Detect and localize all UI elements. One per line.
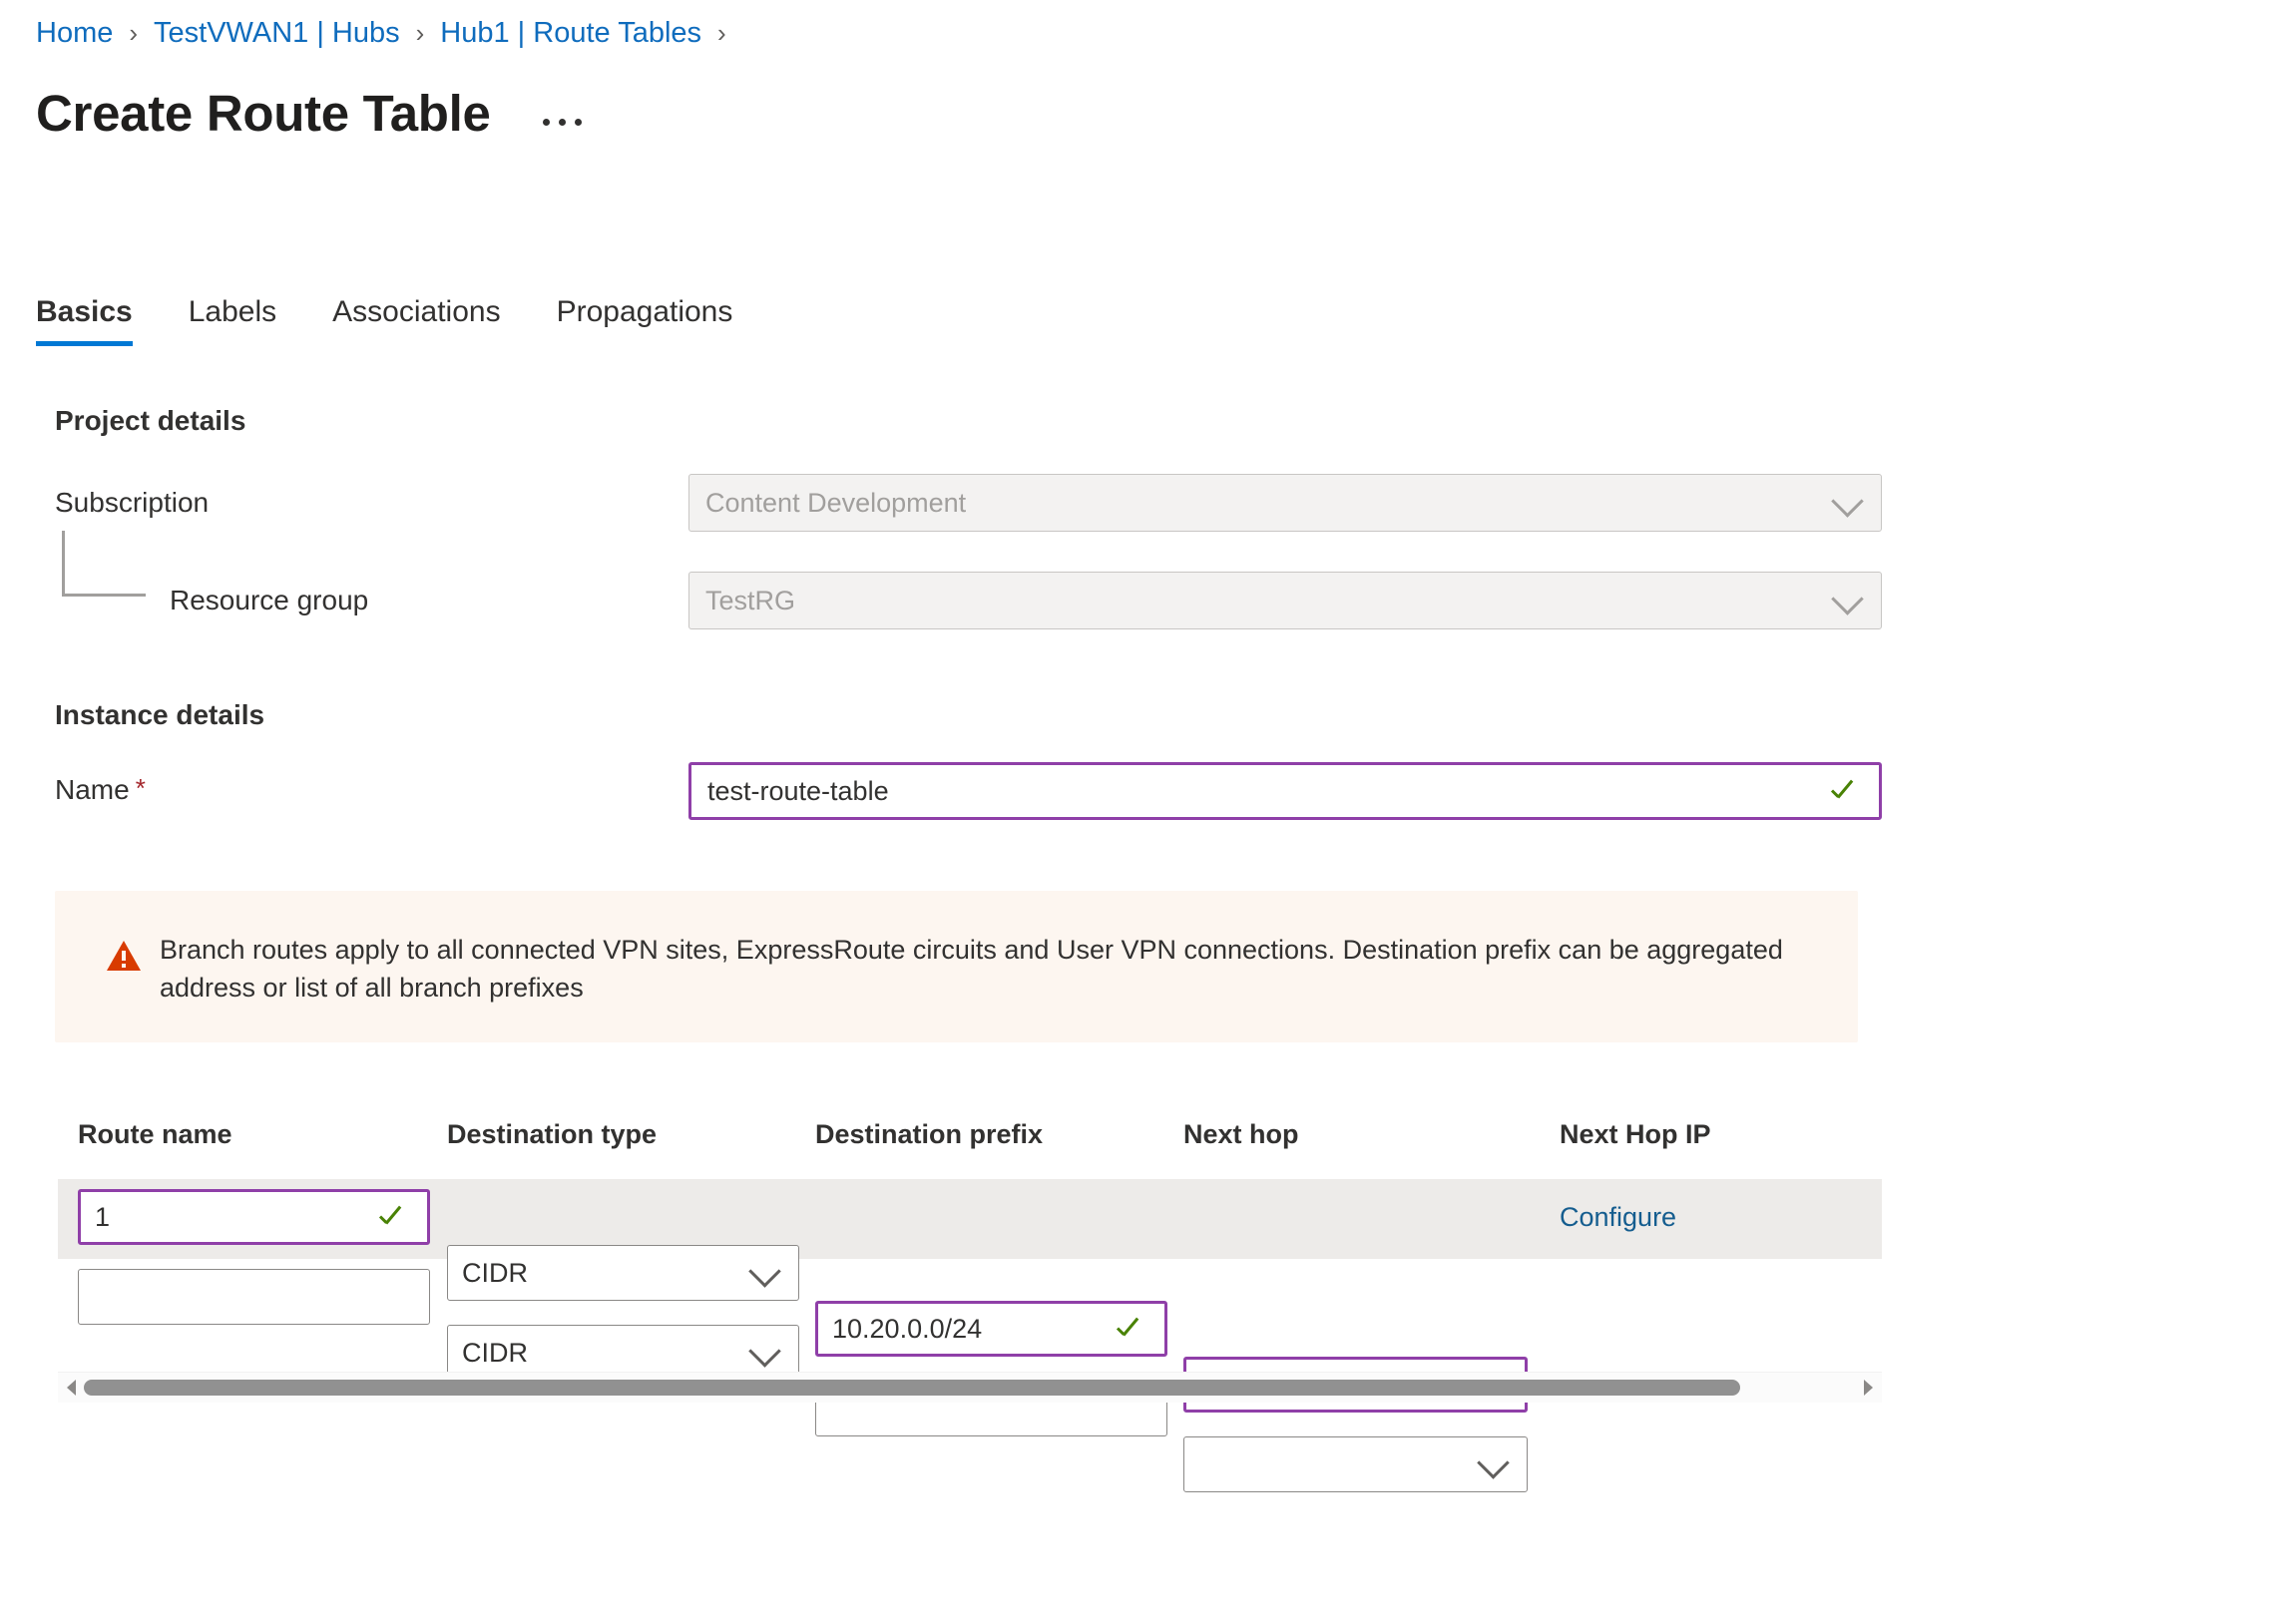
tab-basics[interactable]: Basics	[36, 294, 133, 346]
table-row: CIDR	[58, 1259, 1882, 1492]
scrollbar-thumb[interactable]	[84, 1380, 1740, 1396]
breadcrumb-item-home[interactable]: Home	[36, 16, 113, 50]
name-input-value: test-route-table	[707, 775, 889, 806]
subscription-dropdown[interactable]: Content Development	[688, 474, 1882, 532]
column-header-next-hop-ip: Next Hop IP	[1560, 1119, 1711, 1149]
tab-bar: Basics Labels Associations Propagations	[36, 294, 788, 346]
chevron-down-icon	[1477, 1446, 1510, 1479]
scrollbar-track[interactable]	[84, 1373, 1856, 1403]
ellipsis-dot	[542, 118, 550, 126]
breadcrumb-separator-icon: ›	[415, 18, 425, 48]
ellipsis-dot	[558, 118, 566, 126]
resource-group-tree-connector	[62, 531, 146, 597]
instance-details-heading: Instance details	[55, 699, 265, 730]
breadcrumb-separator-icon: ›	[717, 18, 726, 48]
scroll-left-arrow-icon[interactable]	[58, 1373, 84, 1403]
route-name-input[interactable]: 1	[78, 1189, 430, 1245]
create-route-table-page: Home › TestVWAN1 | Hubs › Hub1 | Route T…	[0, 0, 2269, 1624]
route-name-input[interactable]	[78, 1269, 430, 1325]
routes-table: Route name Destination type Destination …	[58, 1117, 1882, 1492]
resource-group-dropdown[interactable]: TestRG	[688, 572, 1882, 629]
page-title: Create Route Table	[36, 85, 491, 142]
warning-text: Branch routes apply to all connected VPN…	[160, 935, 1783, 1003]
name-input[interactable]: test-route-table	[688, 762, 1882, 820]
breadcrumb-item-hub-route-tables[interactable]: Hub1 | Route Tables	[440, 16, 701, 50]
resource-group-value: TestRG	[705, 585, 796, 615]
scroll-right-arrow-icon[interactable]	[1856, 1373, 1882, 1403]
breadcrumb-item-vwan-hubs[interactable]: TestVWAN1 | Hubs	[154, 16, 400, 50]
table-row: 1 CIDR 10.20.0.0/24 Hub1/VNet1-c... Conf…	[58, 1179, 1882, 1413]
tab-labels[interactable]: Labels	[189, 294, 276, 346]
more-options-icon[interactable]	[535, 109, 590, 136]
route-name-value: 1	[95, 1201, 111, 1232]
subscription-value: Content Development	[705, 487, 967, 518]
configure-next-hop-ip-link[interactable]: Configure	[1560, 1201, 1676, 1233]
tab-associations[interactable]: Associations	[332, 294, 500, 346]
horizontal-scrollbar[interactable]	[58, 1372, 1882, 1403]
required-marker: *	[135, 773, 146, 803]
validation-check-icon	[1831, 779, 1857, 805]
resource-group-label: Resource group	[170, 585, 369, 615]
name-label-group: Name *	[55, 773, 146, 807]
chevron-down-icon	[1831, 583, 1864, 615]
page-header: Create Route Table	[36, 84, 590, 144]
column-header-route-name: Route name	[78, 1119, 232, 1149]
next-hop-dropdown[interactable]	[1183, 1436, 1528, 1492]
destination-type-value: CIDR	[462, 1337, 528, 1368]
column-header-next-hop: Next hop	[1183, 1119, 1299, 1149]
warning-triangle-icon	[107, 941, 141, 971]
subscription-label: Subscription	[55, 487, 210, 518]
name-label: Name	[55, 774, 130, 805]
column-header-destination-type: Destination type	[447, 1119, 658, 1149]
ellipsis-dot	[574, 118, 582, 126]
chevron-down-icon	[748, 1335, 781, 1368]
column-header-destination-prefix: Destination prefix	[815, 1119, 1044, 1149]
validation-check-icon	[379, 1205, 405, 1231]
tab-propagations[interactable]: Propagations	[557, 294, 733, 346]
breadcrumb-separator-icon: ›	[129, 18, 139, 48]
breadcrumb: Home › TestVWAN1 | Hubs › Hub1 | Route T…	[36, 16, 742, 50]
routes-table-header: Route name Destination type Destination …	[58, 1117, 1882, 1179]
chevron-down-icon	[1831, 485, 1864, 518]
project-details-heading: Project details	[55, 405, 246, 436]
branch-routes-warning-banner: Branch routes apply to all connected VPN…	[55, 891, 1858, 1042]
